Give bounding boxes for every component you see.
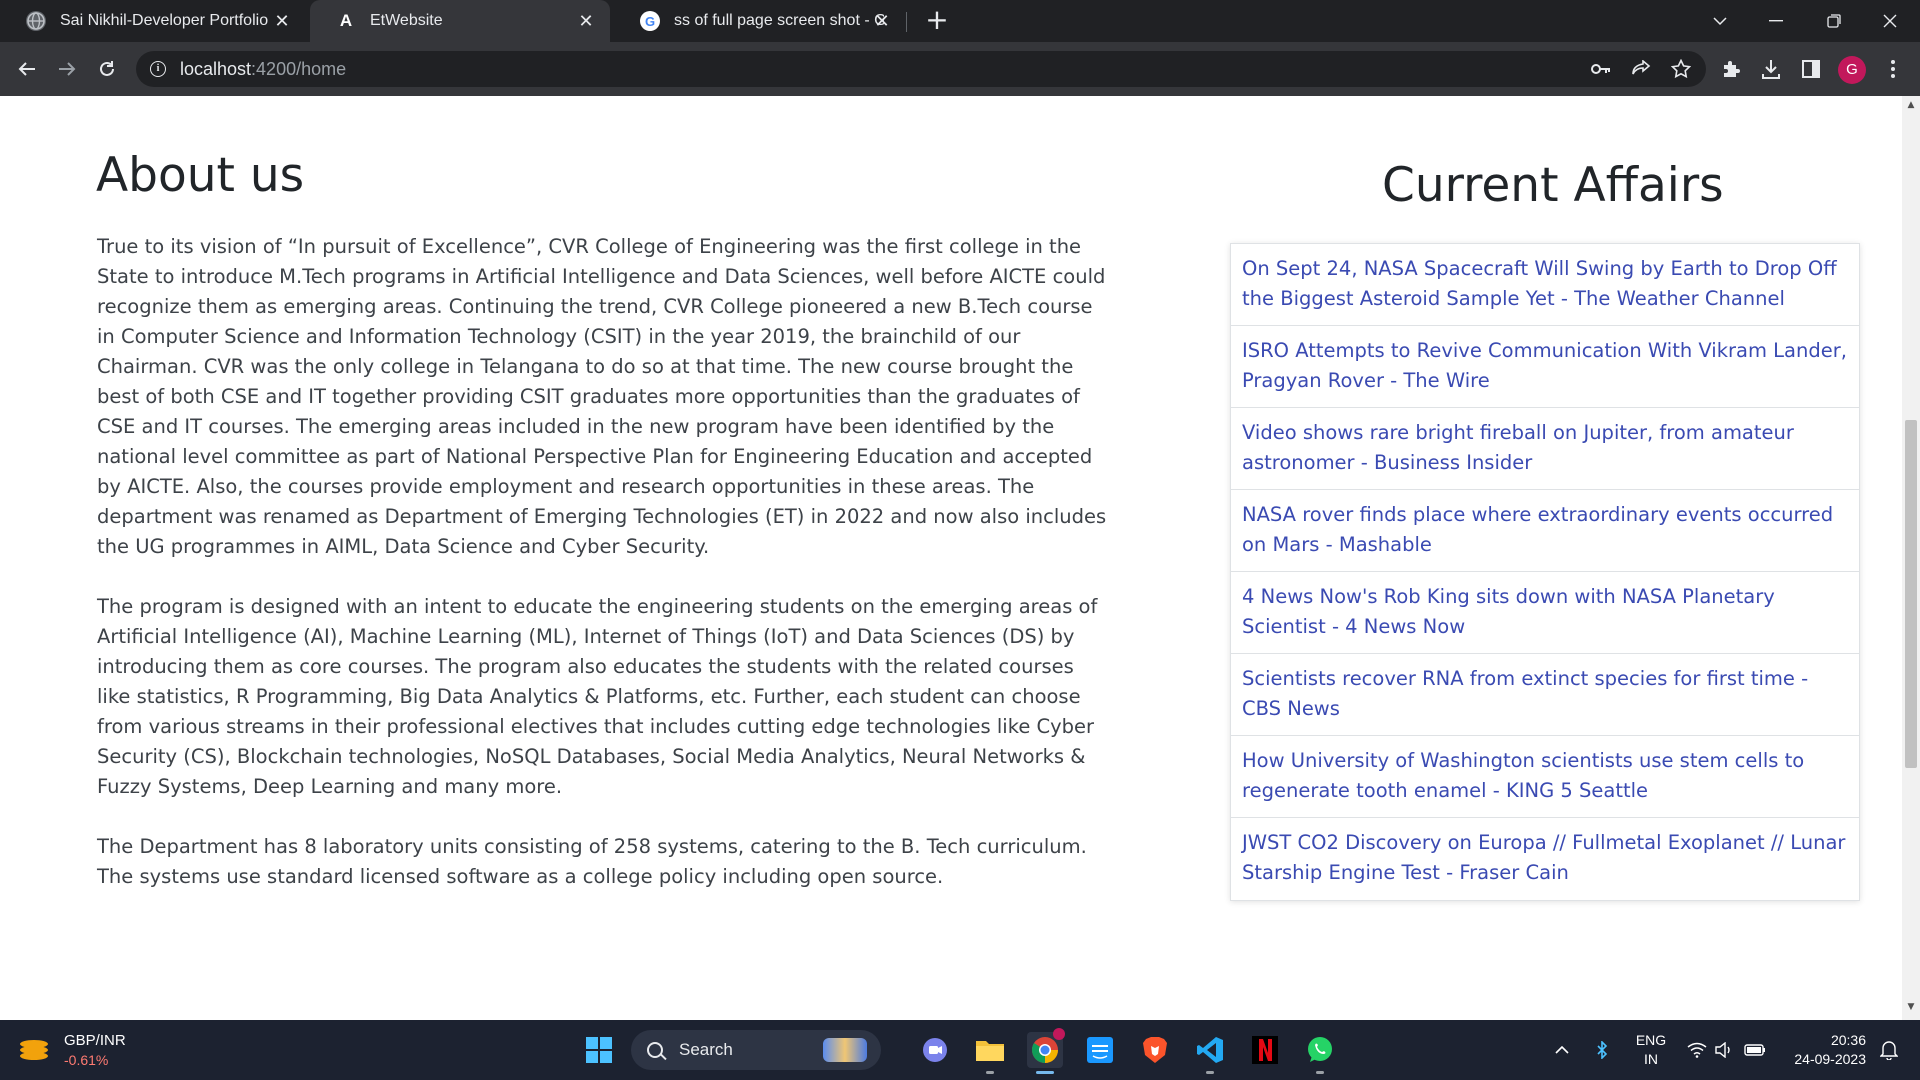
search-highlight-image: [823, 1038, 867, 1062]
battery-icon[interactable]: [1740, 1020, 1770, 1080]
language-label: ENG: [1635, 1032, 1667, 1048]
share-icon[interactable]: [1626, 54, 1656, 84]
taskbar: GBP/INR -0.61% Search ENG IN 20:36 24-09…: [0, 1020, 1920, 1080]
scroll-down-arrow[interactable]: ▼: [1906, 1002, 1916, 1012]
tab-portfolio[interactable]: Sai Nikhil-Developer Portfolio ✕: [0, 0, 306, 42]
running-indicator: [986, 1071, 994, 1074]
menu-kebab-icon[interactable]: [1878, 54, 1908, 84]
page-viewport: About us True to its vision of “In pursu…: [0, 96, 1902, 1020]
download-icon[interactable]: [1756, 54, 1786, 84]
news-link[interactable]: On Sept 24, NASA Spacecraft Will Swing b…: [1231, 244, 1859, 326]
news-link[interactable]: 4 News Now's Rob King sits down with NAS…: [1231, 572, 1859, 654]
angular-icon: A: [339, 11, 353, 30]
back-button[interactable]: [12, 54, 42, 84]
clock-date: 24-09-2023: [1794, 1051, 1866, 1067]
scrollbar-thumb[interactable]: [1905, 420, 1917, 768]
search-icon: [647, 1042, 663, 1058]
url-text[interactable]: localhost:4200/home: [180, 59, 346, 80]
ticker-symbol: GBP/INR: [64, 1032, 126, 1049]
about-body: True to its vision of “In pursuit of Exc…: [97, 232, 1107, 922]
about-paragraph: True to its vision of “In pursuit of Exc…: [97, 235, 1107, 558]
running-indicator: [1316, 1071, 1324, 1074]
google-icon: G: [640, 11, 660, 31]
tab-google-search[interactable]: G ss of full page screen shot - Goo ✕: [614, 0, 906, 42]
scroll-up-arrow[interactable]: ▲: [1906, 100, 1916, 110]
whatsapp-icon[interactable]: [1302, 1032, 1338, 1068]
teams-chat-icon[interactable]: [917, 1032, 953, 1068]
profile-badge: [1053, 1028, 1065, 1040]
current-affairs-title: Current Affairs: [1382, 158, 1724, 213]
ticker-change: -0.61%: [64, 1052, 109, 1068]
language-indicator[interactable]: ENG IN: [1628, 1020, 1674, 1080]
tab-title: EtWebsite: [370, 12, 443, 29]
close-icon[interactable]: ✕: [576, 11, 596, 31]
news-link[interactable]: How University of Washington scientists …: [1231, 736, 1859, 818]
news-link[interactable]: NASA rover finds place where extraordina…: [1231, 490, 1859, 572]
news-link[interactable]: ISRO Attempts to Revive Communication Wi…: [1231, 326, 1859, 408]
tab-title: Sai Nikhil-Developer Portfolio: [60, 12, 269, 29]
netflix-icon[interactable]: [1247, 1032, 1283, 1068]
news-link[interactable]: Scientists recover RNA from extinct spec…: [1231, 654, 1859, 736]
bluetooth-icon[interactable]: [1590, 1020, 1614, 1080]
region-label: IN: [1644, 1051, 1658, 1067]
system-clock[interactable]: 20:36 24-09-2023: [1776, 1031, 1866, 1069]
coin-stack-icon: [20, 1038, 50, 1062]
tab-separator: [906, 12, 907, 32]
browser-toolbar: i localhost:4200/home G: [0, 42, 1920, 96]
globe-icon: [26, 11, 46, 31]
profile-avatar[interactable]: G: [1838, 56, 1866, 84]
news-link[interactable]: Video shows rare bright fireball on Jupi…: [1231, 408, 1859, 490]
news-link[interactable]: JWST CO2 Discovery on Europa // Fullmeta…: [1231, 818, 1859, 900]
extensions-puzzle-icon[interactable]: [1716, 54, 1746, 84]
forward-button[interactable]: [52, 54, 82, 84]
restore-button[interactable]: [1806, 0, 1862, 42]
clock-time: 20:36: [1830, 1032, 1866, 1048]
market-widget[interactable]: GBP/INR -0.61%: [20, 1029, 126, 1071]
side-panel-icon[interactable]: [1796, 54, 1826, 84]
tab-title: ss of full page screen shot - Goo: [674, 12, 884, 29]
bookmark-star-icon[interactable]: [1666, 54, 1696, 84]
minimize-button[interactable]: [1748, 0, 1804, 42]
close-icon[interactable]: ✕: [272, 11, 292, 31]
reload-button[interactable]: [92, 54, 122, 84]
close-window-button[interactable]: [1862, 0, 1918, 42]
file-explorer-icon[interactable]: [972, 1032, 1008, 1068]
news-list: On Sept 24, NASA Spacecraft Will Swing b…: [1230, 243, 1860, 901]
address-bar[interactable]: i localhost:4200/home: [136, 51, 1706, 87]
vscode-icon[interactable]: [1192, 1032, 1228, 1068]
tab-strip: Sai Nikhil-Developer Portfolio ✕ A EtWeb…: [0, 0, 1920, 42]
chrome-icon[interactable]: [1027, 1028, 1065, 1068]
running-indicator: [1206, 1071, 1214, 1074]
tab-search-button[interactable]: [1692, 0, 1748, 42]
search-label: Search: [679, 1040, 733, 1059]
tab-etwebsite[interactable]: A EtWebsite ✕: [310, 0, 610, 42]
about-paragraph: The Department has 8 laboratory units co…: [97, 835, 1087, 888]
page-scrollbar[interactable]: ▲ ▼: [1902, 96, 1920, 1020]
notification-bell-icon[interactable]: [1874, 1020, 1904, 1080]
tray-overflow-chevron-icon[interactable]: [1548, 1020, 1576, 1080]
start-windows-icon[interactable]: [581, 1032, 617, 1068]
running-indicator-active: [1036, 1071, 1054, 1074]
info-icon[interactable]: i: [150, 61, 166, 77]
about-paragraph: The program is designed with an intent t…: [97, 595, 1098, 798]
prime-video-icon[interactable]: [1082, 1032, 1118, 1068]
taskbar-search[interactable]: Search: [631, 1030, 881, 1070]
volume-icon[interactable]: [1712, 1020, 1738, 1080]
wifi-icon[interactable]: [1684, 1020, 1710, 1080]
new-tab-button[interactable]: +: [922, 6, 952, 36]
close-icon[interactable]: ✕: [872, 11, 892, 31]
about-title: About us: [96, 148, 305, 203]
password-key-icon[interactable]: [1586, 54, 1616, 84]
brave-icon[interactable]: [1137, 1032, 1173, 1068]
